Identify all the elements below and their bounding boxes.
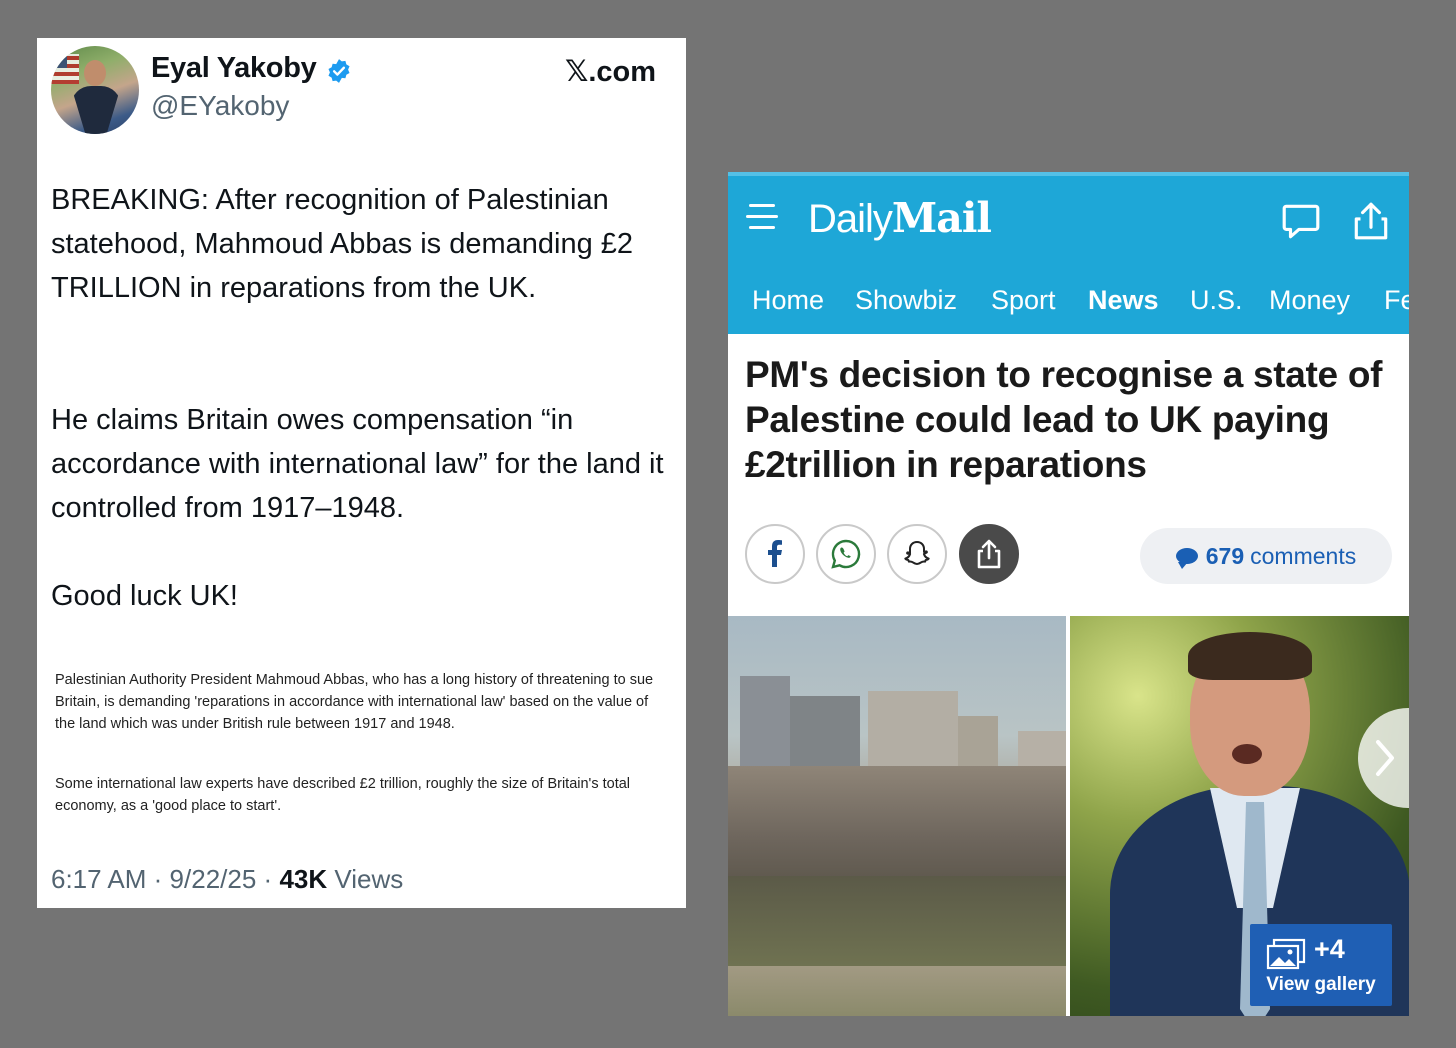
tweet-date[interactable]: 9/22/25 [170,864,257,894]
facebook-icon [768,540,782,567]
comments-count: 679 [1205,542,1245,569]
avatar-body [71,86,121,134]
hair [1188,632,1312,680]
x-logo-icon: 𝕏 [564,54,589,88]
snapchat-share-button[interactable] [887,524,947,584]
quoted-text-2: Some international law experts have desc… [55,776,631,814]
tweet-time[interactable]: 6:17 AM [51,864,146,894]
comments-button[interactable]: 679 comments [1140,528,1392,584]
verified-badge-icon [328,59,350,83]
avatar[interactable] [51,46,139,134]
share-icon [977,539,1001,569]
display-name[interactable]: Eyal Yakoby [151,52,317,85]
view-gallery-button[interactable]: +4 View gallery [1250,924,1392,1006]
whatsapp-share-button[interactable] [816,524,876,584]
nav-sport[interactable]: Sport [991,276,1056,334]
article-headline: PM's decision to recognise a state of Pa… [745,354,1383,485]
chevron-right-icon [1376,740,1394,776]
gallery-icon [1266,938,1306,970]
nav-us[interactable]: U.S. [1190,276,1243,334]
share-icon[interactable] [1350,200,1392,242]
avatar-head [84,60,106,86]
tweet-paragraph-1: BREAKING: After recognition of Palestini… [51,184,634,304]
nav-money[interactable]: Money [1269,276,1350,334]
site-logo[interactable]: DailyMail [808,194,992,242]
tweet-paragraph-2: He claims Britain owes compensation “in … [51,404,664,524]
rubble-photo[interactable] [728,616,1066,1016]
gallery-count: +4 [1314,934,1345,964]
site-header: DailyMail Home Showbiz Sport News U.S. M… [728,172,1409,338]
handle[interactable]: @EYakoby [151,90,289,122]
nav-news[interactable]: News [1075,276,1172,338]
tweet-paragraph-3: Good luck UK! [51,580,238,612]
separator: · [263,864,273,894]
comments-label: comments [1250,542,1357,569]
logo-mail: Mail [891,194,992,242]
views-count: 43K [279,864,328,894]
source-label: 𝕏.com [565,54,656,89]
snapchat-icon [904,541,930,565]
logo-daily: Daily [808,197,893,241]
facebook-share-button[interactable] [745,524,805,584]
tweet-meta: 6:17 AM · 9/22/25 · 43K Views [51,864,403,895]
tweet-card: Eyal Yakoby @EYakoby 𝕏.com BREAKING: Aft… [37,38,686,908]
comment-icon [1175,548,1198,569]
separator: · [153,864,163,894]
share-button[interactable] [959,524,1019,584]
dailymail-screenshot: DailyMail Home Showbiz Sport News U.S. M… [728,172,1409,1016]
whatsapp-icon [831,539,861,569]
nav-showbiz[interactable]: Showbiz [855,276,957,334]
quoted-text-1: Palestinian Authority President Mahmoud … [55,672,654,732]
comment-bubble-icon[interactable] [1280,200,1322,242]
section-nav: Home Showbiz Sport News U.S. Money Fe [728,276,1409,338]
gallery-label: View gallery [1266,974,1376,995]
nav-more[interactable]: Fe [1384,276,1409,334]
source-label-rest: .com [588,56,656,88]
mouth [1232,744,1262,764]
views-label: Views [334,864,404,894]
nav-home[interactable]: Home [752,276,824,334]
flag-graphic [51,54,79,84]
menu-icon[interactable] [746,204,778,236]
